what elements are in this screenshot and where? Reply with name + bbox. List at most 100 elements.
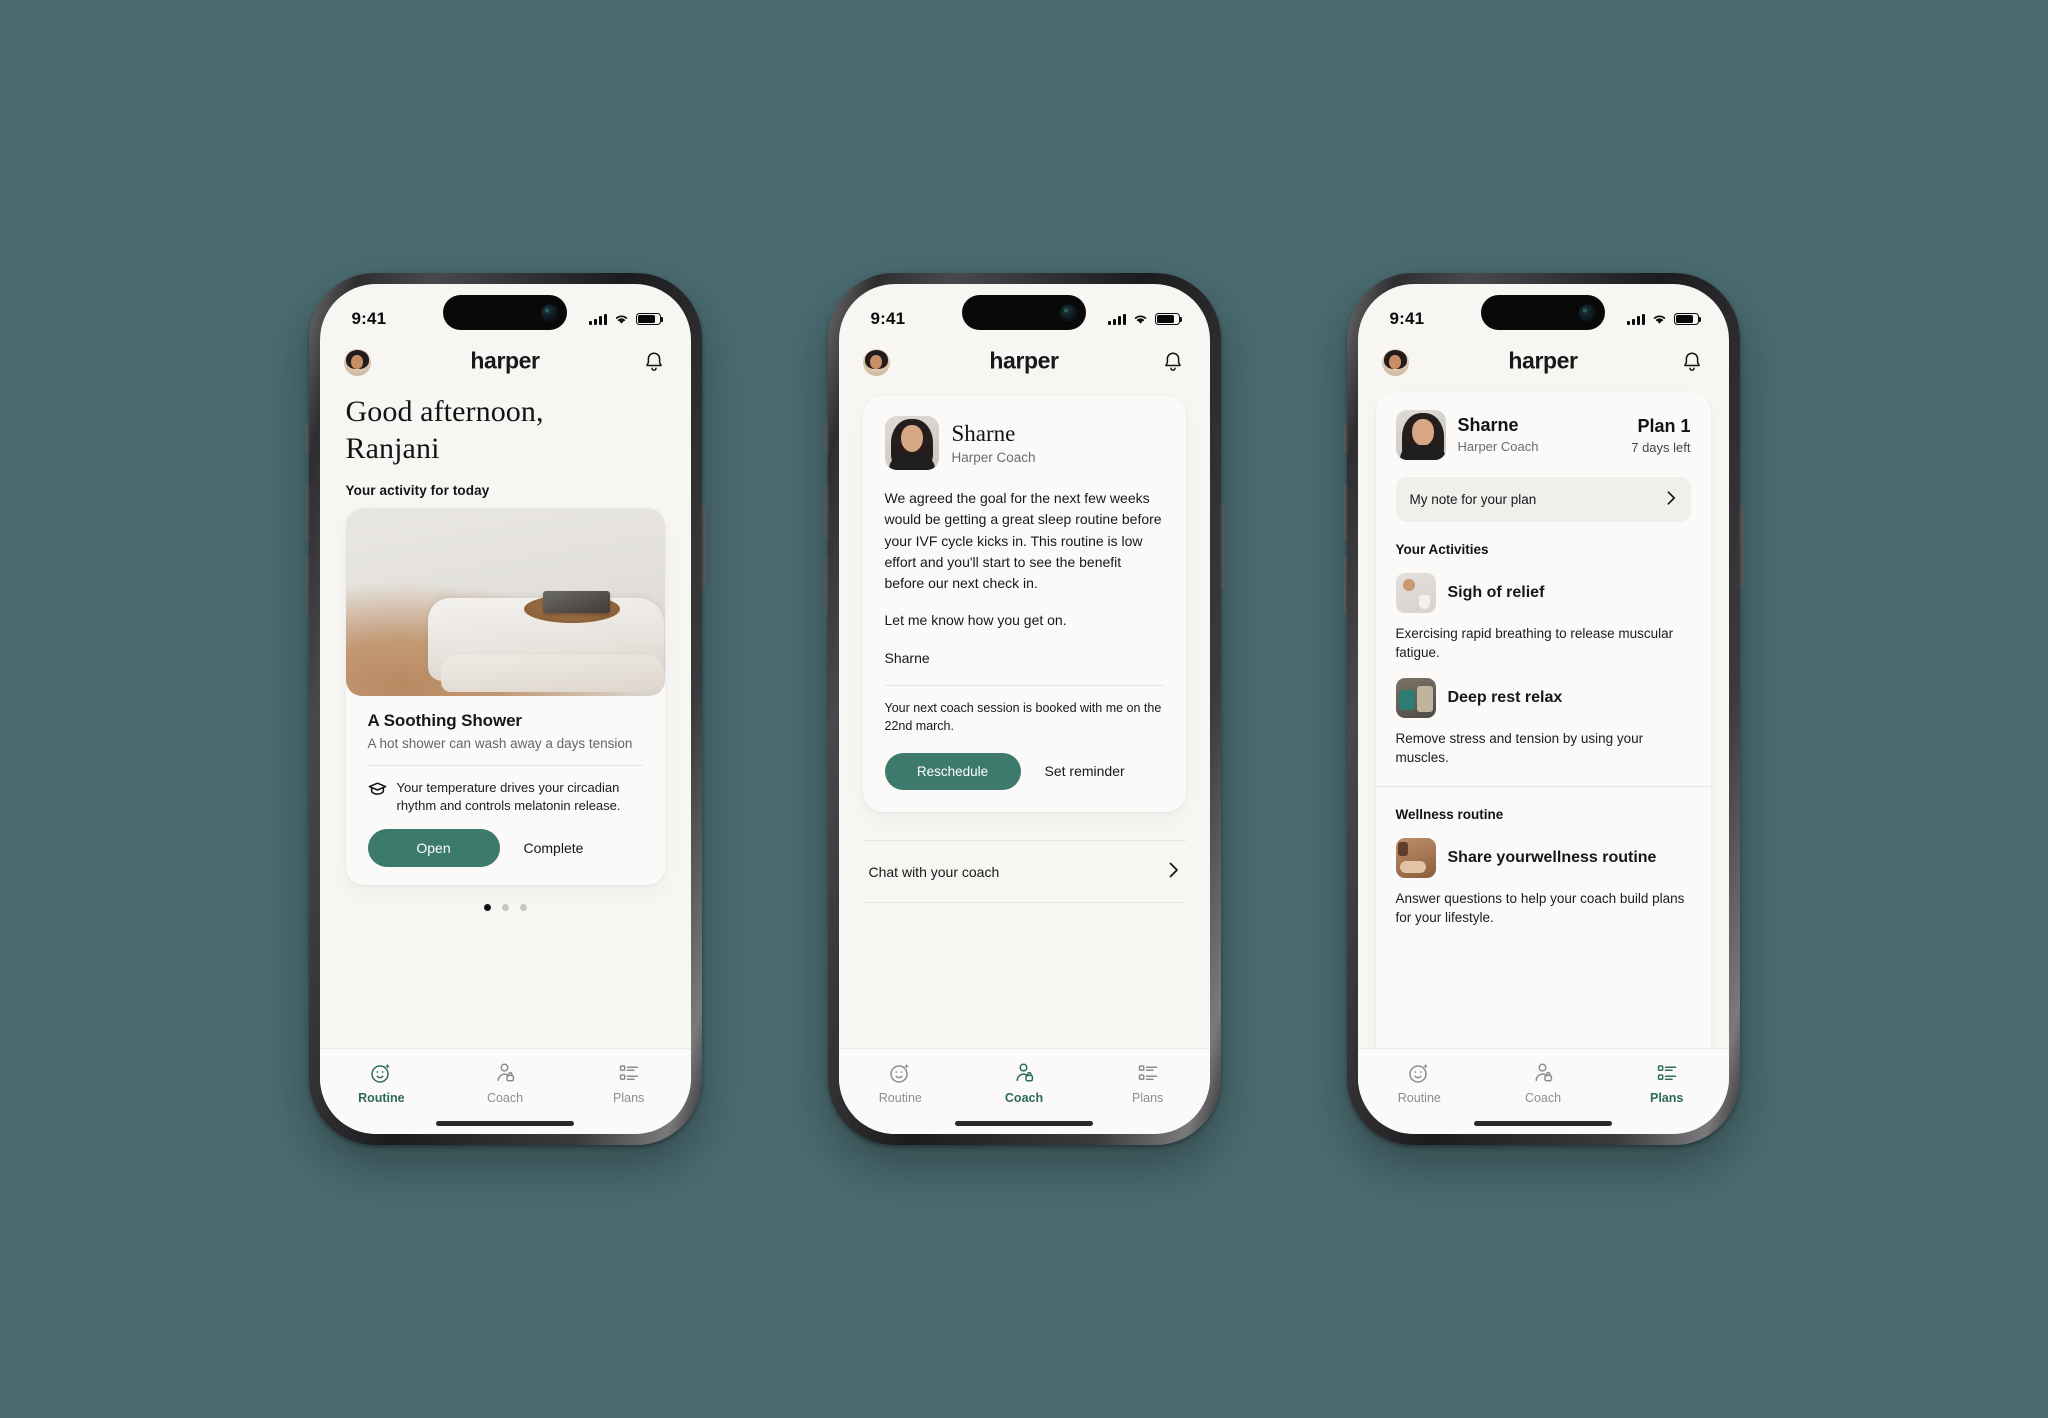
tab-coach[interactable]: Coach (443, 1061, 567, 1105)
status-indicators (1107, 312, 1183, 326)
wifi-icon (615, 315, 627, 324)
tab-routine[interactable]: Routine (320, 1061, 444, 1105)
front-camera-icon (1060, 304, 1077, 321)
dynamic-island (962, 295, 1086, 330)
avatar[interactable] (1381, 348, 1409, 376)
wellness-title: Wellness routine (1395, 806, 1504, 822)
activity-description: Remove stress and tension by using your … (1395, 731, 1644, 766)
power-button[interactable] (700, 505, 705, 589)
reschedule-button[interactable]: Reschedule (884, 752, 1021, 790)
coach-identity: Sharne Harper Coach (952, 421, 1036, 464)
chevron-right-icon (1168, 860, 1180, 883)
tab-routine-label: Routine (1397, 1091, 1441, 1105)
power-button[interactable] (1738, 505, 1743, 589)
tab-routine[interactable]: Routine (1358, 1061, 1482, 1105)
set-reminder-button[interactable]: Set reminder (1029, 752, 1141, 790)
phone-device-plans: 9:41 harper Sharne Harper Coach Plan 1 7… (1343, 273, 1743, 1145)
avatar[interactable] (862, 348, 890, 376)
bell-icon[interactable] (1162, 350, 1184, 374)
divider (1375, 785, 1711, 787)
activity-title: A Soothing Shower (367, 711, 523, 731)
volume-down-button[interactable] (1343, 557, 1348, 613)
tab-coach[interactable]: Coach (1481, 1061, 1605, 1105)
bell-icon[interactable] (1681, 350, 1703, 374)
coach-avatar[interactable] (884, 416, 939, 470)
coach-avatar[interactable] (1395, 410, 1446, 460)
plan-note-row[interactable]: My note for your plan (1395, 477, 1691, 522)
volume-up-button[interactable] (305, 485, 310, 541)
chat-with-coach-label: Chat with your coach (868, 863, 1000, 880)
coach-message-card: Sharne Harper Coach We agreed the goal f… (862, 396, 1186, 813)
silent-switch[interactable] (824, 423, 829, 453)
status-time: 9:41 (1389, 309, 1425, 328)
carousel-pagination[interactable] (320, 885, 691, 911)
coach-role: Harper Coach (1457, 438, 1539, 454)
volume-up-button[interactable] (824, 485, 829, 541)
complete-button[interactable]: Complete (508, 829, 600, 867)
plan-title: Plan 1 (1637, 415, 1691, 436)
activity-thumbnail (1395, 573, 1436, 613)
wifi-icon (1134, 315, 1146, 324)
battery-icon (1673, 312, 1702, 326)
pagination-dot-1[interactable] (483, 904, 491, 911)
plan-meta: Plan 1 7 days left (1631, 416, 1690, 455)
dynamic-island (1481, 295, 1605, 330)
coach-name: Sharne (1457, 415, 1519, 436)
activity-name: Sigh of relief (1447, 584, 1545, 601)
home-indicator[interactable] (955, 1121, 1093, 1126)
silent-switch[interactable] (1343, 423, 1348, 453)
volume-down-button[interactable] (305, 557, 310, 613)
plan-days-left: 7 days left (1631, 439, 1691, 455)
tab-plans[interactable]: Plans (1086, 1061, 1210, 1105)
app-header: harper (320, 338, 691, 384)
home-indicator[interactable] (1474, 1121, 1612, 1126)
volume-up-button[interactable] (1343, 485, 1348, 541)
list-item[interactable]: Sigh of relief Exercising rapid breathin… (1395, 573, 1691, 662)
greeting-line-2: Ranjani (345, 431, 440, 465)
activity-card[interactable]: A Soothing Shower A hot shower can wash … (345, 508, 665, 885)
activity-head: Sigh of relief (1395, 573, 1691, 613)
coach-actions: Reschedule Set reminder (884, 752, 1164, 790)
plans-body: Sharne Harper Coach Plan 1 7 days left M… (1358, 384, 1729, 1048)
avatar-face (1411, 419, 1434, 446)
coach-message-p2: Let me know how you get on. (884, 612, 1067, 629)
volume-down-button[interactable] (824, 557, 829, 613)
activity-thumbnail (1395, 678, 1436, 719)
chat-with-coach-row[interactable]: Chat with your coach (862, 840, 1186, 904)
power-button[interactable] (1219, 505, 1224, 589)
avatar-face (900, 425, 923, 452)
tab-routine[interactable]: Routine (839, 1061, 963, 1105)
bell-icon[interactable] (643, 350, 665, 374)
battery-icon (1154, 312, 1183, 326)
tab-plans[interactable]: Plans (567, 1061, 691, 1105)
brand-wordmark: harper (989, 347, 1059, 374)
pagination-dot-3[interactable] (519, 904, 527, 911)
tab-coach[interactable]: Coach (962, 1061, 1086, 1105)
wifi-icon (1653, 315, 1665, 324)
avatar[interactable] (343, 348, 371, 376)
activity-thumbnail (1395, 837, 1436, 878)
coach-body: Sharne Harper Coach We agreed the goal f… (839, 384, 1210, 1048)
tip-row: Your temperature drives your circadian r… (346, 766, 665, 814)
silent-switch[interactable] (305, 423, 310, 453)
list-item[interactable]: Deep rest relax Remove stress and tensio… (1395, 678, 1691, 767)
screen-plans: 9:41 harper Sharne Harper Coach Plan 1 7… (1357, 284, 1729, 1134)
pagination-dot-2[interactable] (501, 904, 509, 911)
activity-image (345, 508, 665, 697)
chevron-right-icon (1666, 489, 1677, 510)
tab-plans[interactable]: Plans (1605, 1061, 1729, 1105)
greeting-line-1: Good afternoon, (345, 395, 544, 428)
tab-routine-label: Routine (358, 1091, 405, 1105)
booking-note: Your next coach session is booked with m… (884, 700, 1162, 733)
list-item[interactable]: Share yourwellness routine Answer questi… (1395, 837, 1691, 927)
towel-shape-2 (441, 654, 665, 693)
open-button[interactable]: Open (367, 829, 500, 867)
activity-description: Exercising rapid breathing to release mu… (1395, 626, 1674, 661)
home-indicator[interactable] (436, 1121, 574, 1126)
activity-name: Share yourwellness routine (1447, 848, 1657, 866)
plan-card: Sharne Harper Coach Plan 1 7 days left M… (1375, 392, 1711, 1048)
phone-mockup-stage: 9:41 harper Good afternoon, Ranjani Your… (0, 0, 2048, 1418)
tab-coach-label: Coach (486, 1091, 524, 1105)
avatar-body (888, 455, 935, 470)
dynamic-island (443, 295, 567, 330)
